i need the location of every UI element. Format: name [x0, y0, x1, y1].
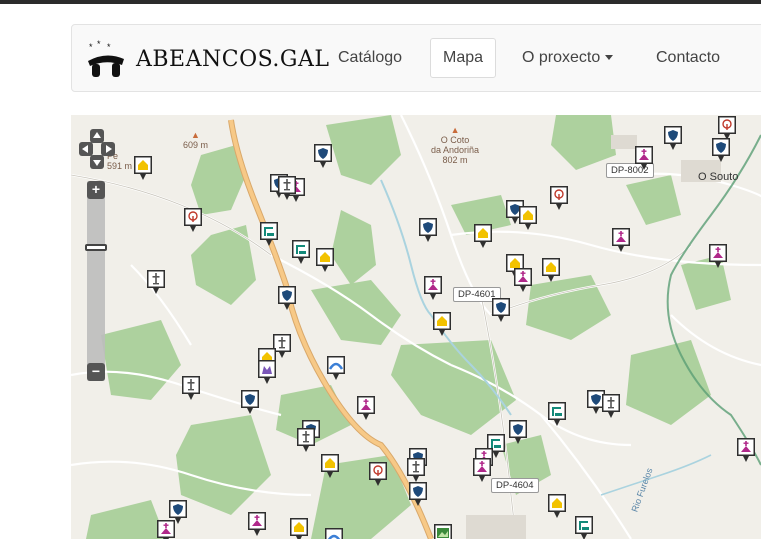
- map-marker-well-icon[interactable]: [259, 221, 279, 247]
- svg-text:*: *: [89, 42, 93, 52]
- zoom-out-button[interactable]: −: [87, 363, 105, 381]
- navbar: * * * ABEANCOS.GAL Catálogo Mapa O proxe…: [71, 24, 761, 92]
- map-marker-cross-icon[interactable]: [277, 175, 297, 201]
- map-marker-cross-icon[interactable]: [181, 375, 201, 401]
- map-marker-house-icon[interactable]: [320, 453, 340, 479]
- map-marker-shield-icon[interactable]: [663, 125, 683, 151]
- map-marker-mill-icon[interactable]: [257, 359, 277, 385]
- peak-label: ▲ O Coto da Andoriña 802 m: [431, 125, 480, 165]
- map-marker-shield-icon[interactable]: [508, 419, 528, 445]
- map-marker-house-icon[interactable]: [432, 311, 452, 337]
- map-marker-house-icon[interactable]: [473, 223, 493, 249]
- map-marker-chapel-icon[interactable]: [423, 275, 443, 301]
- map-marker-tower-icon[interactable]: [368, 461, 388, 487]
- map-marker-chapel-icon[interactable]: [736, 437, 756, 463]
- map-marker-tower-icon[interactable]: [549, 185, 569, 211]
- svg-text:*: *: [107, 42, 111, 52]
- map-marker-house-icon[interactable]: [133, 155, 153, 181]
- map-marker-cross-icon[interactable]: [406, 457, 426, 483]
- map-marker-chapel-icon[interactable]: [611, 227, 631, 253]
- map-marker-well-icon[interactable]: [547, 401, 567, 427]
- map-marker-chapel-icon[interactable]: [356, 395, 376, 421]
- top-strip: [0, 0, 761, 4]
- map-marker-cross-icon[interactable]: [296, 427, 316, 453]
- nav-o-proxecto-label: O proxecto: [522, 49, 601, 66]
- map-marker-chapel-icon[interactable]: [634, 145, 654, 171]
- map-marker-well-icon[interactable]: [574, 515, 594, 539]
- peak-label: ▲ 609 m: [183, 130, 209, 150]
- map-marker-house-icon[interactable]: [547, 493, 567, 519]
- zoom-track[interactable]: [87, 181, 105, 381]
- map-marker-bridge-icon[interactable]: [326, 355, 346, 381]
- map-marker-bridge-icon[interactable]: [324, 527, 344, 539]
- nav-catalogo[interactable]: Catálogo: [326, 38, 414, 78]
- map-marker-house-icon[interactable]: [518, 205, 538, 231]
- map-marker-shield-icon[interactable]: [408, 481, 428, 507]
- road-label: DP-4604: [491, 478, 539, 493]
- nav-mapa[interactable]: Mapa: [430, 38, 497, 78]
- map-marker-shield-icon[interactable]: [418, 217, 438, 243]
- map-marker-house-icon[interactable]: [289, 517, 309, 539]
- map-marker-shield-icon[interactable]: [711, 137, 731, 163]
- map-marker-chapel-icon[interactable]: [156, 519, 176, 539]
- zoom-slider-handle[interactable]: [85, 244, 107, 251]
- nav-o-proxecto[interactable]: O proxecto: [510, 38, 625, 78]
- map-marker-shield-icon[interactable]: [313, 143, 333, 169]
- map-marker-house-icon[interactable]: [315, 247, 335, 273]
- map-view[interactable]: ▲ O Coto da Andoriña 802 m ▲ 609 m Pe 59…: [71, 115, 761, 539]
- map-marker-picture-icon[interactable]: [433, 523, 453, 539]
- brand[interactable]: * * * ABEANCOS.GAL: [86, 37, 329, 81]
- dolmen-logo-icon: * * *: [88, 39, 124, 77]
- map-marker-cross-icon[interactable]: [146, 269, 166, 295]
- place-label: O Souto: [698, 171, 739, 183]
- map-marker-shield-icon[interactable]: [277, 285, 297, 311]
- map-marker-chapel-icon[interactable]: [513, 267, 533, 293]
- chevron-down-icon: [605, 55, 614, 61]
- map-marker-shield-icon[interactable]: [491, 297, 511, 323]
- map-marker-chapel-icon[interactable]: [708, 243, 728, 269]
- map-marker-cross-icon[interactable]: [601, 393, 621, 419]
- svg-text:*: *: [97, 39, 101, 49]
- brand-name: ABEANCOS.GAL: [136, 46, 330, 72]
- map-marker-shield-icon[interactable]: [240, 389, 260, 415]
- map-marker-chapel-icon[interactable]: [247, 511, 267, 537]
- nav-contacto[interactable]: Contacto: [644, 38, 732, 78]
- zoom-in-button[interactable]: +: [87, 181, 105, 199]
- map-marker-well-icon[interactable]: [291, 239, 311, 265]
- pan-control[interactable]: [79, 129, 115, 169]
- map-marker-tower-icon[interactable]: [183, 207, 203, 233]
- map-marker-house-icon[interactable]: [541, 257, 561, 283]
- map-marker-chapel-icon[interactable]: [472, 457, 492, 483]
